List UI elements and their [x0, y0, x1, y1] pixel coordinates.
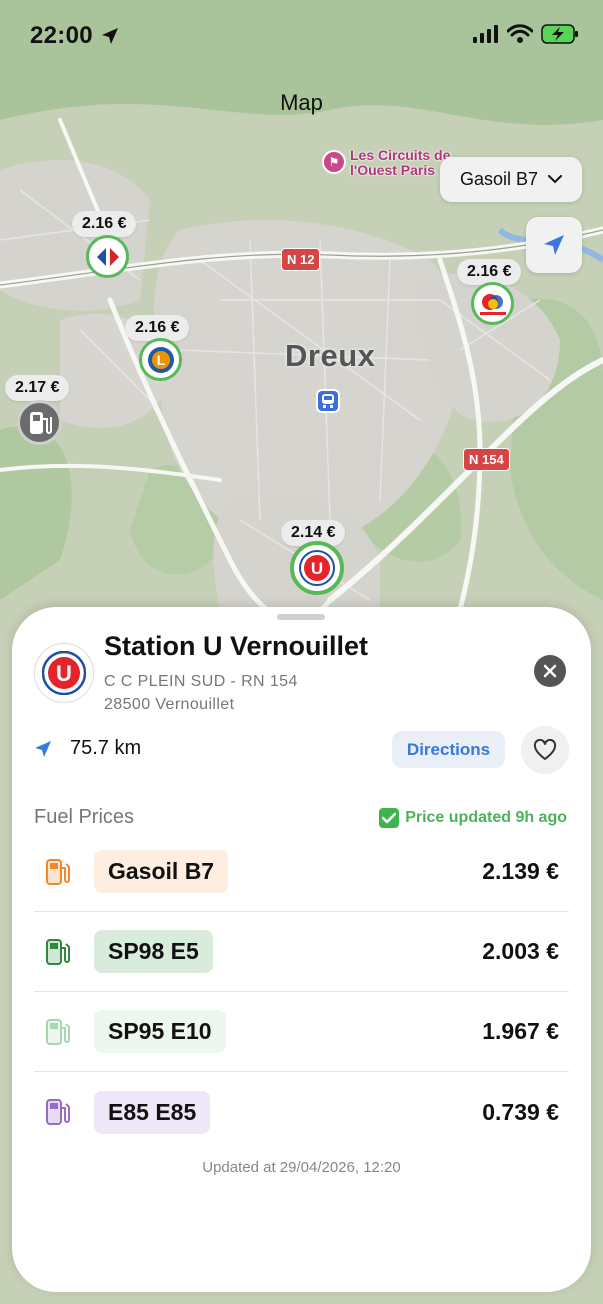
marker-price: 2.17 €	[5, 375, 70, 401]
leclerc-logo-icon: L	[139, 338, 182, 381]
fuel-type-chip: SP98 E5	[94, 930, 213, 973]
station-detail-sheet[interactable]: U Station U Vernouillet C C PLEIN SUD - …	[12, 607, 591, 1292]
fuel-type-chip: SP95 E10	[94, 1010, 226, 1053]
cellular-signal-icon	[473, 25, 498, 43]
station-u-logo-icon: U	[290, 541, 344, 595]
fuel-price-list: Gasoil B7 2.139 € SP98 E5 2.003 € SP95 E…	[34, 832, 569, 1152]
check-icon	[379, 808, 400, 828]
fuel-price: 0.739 €	[482, 1098, 559, 1125]
chevron-down-icon	[548, 175, 563, 184]
wifi-icon	[507, 24, 533, 43]
road-shield-n12: N 12	[281, 248, 321, 271]
distance-row: 75.7 km	[34, 737, 141, 760]
map-title: Map	[280, 90, 323, 115]
marker-price: 2.16 €	[457, 259, 522, 285]
poi-label-line2: l'Ouest Paris	[350, 162, 436, 178]
fuel-pump-icon	[46, 858, 70, 885]
carrefour-logo-icon	[86, 235, 129, 278]
fuel-pump-icon	[46, 938, 70, 965]
station-address-line1: C C PLEIN SUD - RN 154	[104, 673, 298, 690]
directions-button[interactable]: Directions	[392, 731, 505, 768]
totalenergies-logo-icon	[471, 282, 514, 325]
fuel-type-selected: Gasoil B7	[459, 169, 539, 189]
favorite-button[interactable]	[521, 726, 569, 774]
close-icon	[543, 664, 557, 678]
poi-les-circuits[interactable]: ⚑ Les Circuits de l'Ouest Paris	[322, 148, 450, 178]
locate-me-button[interactable]	[526, 217, 582, 273]
station-u-logo-icon: U	[34, 643, 94, 703]
svg-text:L: L	[156, 352, 165, 368]
racing-flag-icon: ⚑	[322, 150, 346, 174]
status-time: 22:00	[30, 22, 93, 49]
close-button[interactable]	[534, 655, 566, 687]
location-services-icon	[102, 28, 118, 44]
road-shield-n154: N 154	[463, 448, 510, 471]
location-arrow-icon	[544, 235, 564, 255]
marker-price: 2.16 €	[125, 315, 190, 341]
svg-text:U: U	[56, 661, 72, 686]
price-updated-text: Price updated 9h ago	[405, 809, 567, 826]
train-station-icon[interactable]	[316, 389, 340, 413]
fuel-pump-icon	[46, 1099, 70, 1125]
battery-charging-icon	[541, 24, 578, 44]
fuel-price: 2.139 €	[482, 858, 559, 884]
status-indicators	[473, 24, 579, 44]
status-bar: 22:00	[0, 0, 603, 70]
svg-text:U: U	[311, 559, 323, 578]
fuel-prices-title: Fuel Prices	[34, 806, 135, 828]
poi-label: Les Circuits de l'Ouest Paris	[350, 148, 450, 178]
poi-label-line1: Les Circuits de	[350, 147, 451, 163]
distance-value: 75.7 km	[70, 737, 142, 759]
station-name: Station U Vernouillet	[104, 631, 369, 661]
location-arrow-icon	[35, 740, 51, 757]
fuel-row-sp95-e10[interactable]: SP95 E10 1.967 €	[34, 992, 569, 1072]
fuel-pump-icon	[17, 400, 62, 445]
heart-icon	[533, 739, 557, 760]
fuel-row-sp98-e5[interactable]: SP98 E5 2.003 €	[34, 912, 569, 992]
fuel-type-chip: E85 E85	[94, 1090, 211, 1134]
fuel-type-dropdown[interactable]: Gasoil B7	[440, 157, 582, 202]
price-updated-badge: Price updated 9h ago	[379, 808, 567, 828]
fuel-row-gasoil-b7[interactable]: Gasoil B7 2.139 €	[34, 832, 569, 912]
fuel-pump-icon	[46, 1018, 70, 1045]
marker-price: 2.16 €	[72, 211, 137, 237]
city-label: Dreux	[285, 338, 376, 373]
fuel-row-e85[interactable]: E85 E85 0.739 €	[34, 1072, 569, 1152]
sheet-grabber[interactable]	[277, 614, 325, 620]
last-updated-text: Updated at 29/04/2026, 12:20	[202, 1159, 401, 1176]
station-address-line2: 28500 Vernouillet	[104, 696, 235, 713]
fuel-price: 1.967 €	[482, 1018, 559, 1044]
fuel-price: 2.003 €	[482, 938, 559, 964]
fuel-type-chip: Gasoil B7	[94, 850, 229, 893]
